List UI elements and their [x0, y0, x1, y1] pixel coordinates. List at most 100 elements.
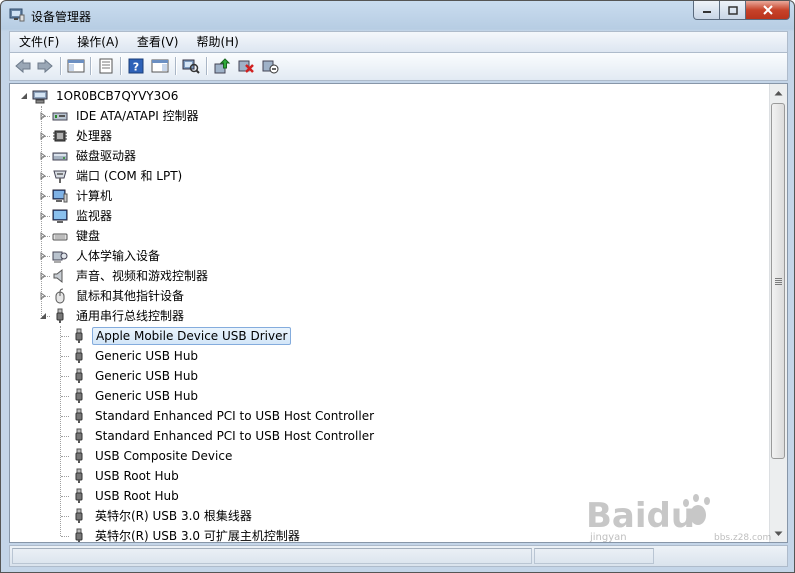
keyboard-icon	[52, 228, 68, 244]
tree-device-selected[interactable]: Apple Mobile Device USB Driver	[71, 326, 292, 346]
maximize-button[interactable]	[720, 1, 746, 20]
menu-file[interactable]: 文件(F)	[10, 32, 68, 52]
tree-category[interactable]: 磁盘驱动器	[39, 146, 139, 166]
expand-arrow-icon[interactable]	[39, 232, 47, 240]
usb-device-icon	[71, 428, 87, 444]
tree-connector	[61, 356, 69, 357]
show-hide-console-tree-icon	[67, 59, 85, 73]
toolbar: ?	[9, 53, 788, 81]
tree-device[interactable]: USB Composite Device	[71, 446, 235, 466]
show-hide-console-tree-button[interactable]	[66, 57, 86, 75]
svg-text:?: ?	[133, 61, 139, 74]
tree-device[interactable]: USB Root Hub	[71, 486, 182, 506]
title-bar[interactable]: 设备管理器	[1, 1, 794, 31]
help-button[interactable]: ?	[126, 57, 146, 75]
menu-action[interactable]: 操作(A)	[68, 32, 128, 52]
caption-buttons	[693, 1, 790, 21]
device-tree-pane[interactable]: 1OR0BCB7QYVY3O6 IDE ATA/ATAPI 控制器 处理器磁盘驱动…	[9, 83, 788, 543]
port-icon	[52, 168, 68, 184]
tree-device[interactable]: Generic USB Hub	[71, 366, 201, 386]
tree-category[interactable]: 通用串行总线控制器	[39, 306, 187, 326]
tree-category-label: 处理器	[76, 129, 113, 143]
tree-category-label: IDE ATA/ATAPI 控制器	[76, 109, 199, 123]
tree-connector	[61, 336, 69, 337]
vertical-scrollbar[interactable]	[769, 84, 787, 542]
tree-device[interactable]: Standard Enhanced PCI to USB Host Contro…	[71, 426, 377, 446]
status-cell-secondary	[534, 548, 654, 564]
expand-arrow-icon[interactable]	[39, 192, 47, 200]
chevron-up-icon	[774, 90, 783, 95]
expand-arrow-icon[interactable]	[39, 292, 47, 300]
properties-icon	[99, 58, 113, 74]
tree-device-label: Standard Enhanced PCI to USB Host Contro…	[95, 409, 375, 423]
usb-device-icon	[71, 408, 87, 424]
tree-device-label: Generic USB Hub	[95, 349, 199, 363]
expand-arrow-icon[interactable]	[39, 132, 47, 140]
tree-device[interactable]: 英特尔(R) USB 3.0 根集线器	[71, 506, 255, 526]
tree-category[interactable]: IDE ATA/ATAPI 控制器	[39, 106, 202, 126]
tree-category[interactable]: 声音、视频和游戏控制器	[39, 266, 211, 286]
tree-connector	[61, 516, 69, 517]
back-arrow-icon	[15, 58, 31, 74]
properties-button[interactable]	[96, 57, 116, 75]
expand-arrow-icon[interactable]	[39, 152, 47, 160]
tree-category-label: 通用串行总线控制器	[76, 309, 185, 323]
collapse-arrow-icon[interactable]	[39, 312, 47, 320]
tree-category-label: 声音、视频和游戏控制器	[76, 269, 209, 283]
usb-device-icon	[71, 488, 87, 504]
uninstall-button[interactable]	[236, 57, 256, 75]
scroll-thumb[interactable]	[771, 103, 785, 459]
close-button[interactable]	[746, 1, 790, 20]
tree-category-label: 键盘	[76, 229, 101, 243]
tree-category-label: 计算机	[76, 189, 113, 203]
tree-category[interactable]: 鼠标和其他指针设备	[39, 286, 187, 306]
expand-arrow-icon[interactable]	[39, 212, 47, 220]
tree-device-label: 英特尔(R) USB 3.0 可扩展主机控制器	[95, 529, 300, 543]
speaker-icon	[52, 268, 68, 284]
show-action-pane-button[interactable]	[150, 57, 170, 75]
usb-device-icon	[71, 528, 87, 542]
tree-device[interactable]: Standard Enhanced PCI to USB Host Contro…	[71, 406, 377, 426]
monitor-icon	[52, 208, 68, 224]
tree-device[interactable]: 英特尔(R) USB 3.0 可扩展主机控制器	[71, 526, 303, 543]
tree-device[interactable]: Generic USB Hub	[71, 386, 201, 406]
tree-connector	[61, 496, 69, 497]
tree-category-label: 磁盘驱动器	[76, 149, 137, 163]
forward-button[interactable]	[35, 57, 55, 75]
tree-category[interactable]: 键盘	[39, 226, 103, 246]
tree-root[interactable]: 1OR0BCB7QYVY3O6	[20, 86, 181, 106]
scan-hardware-changes-button[interactable]	[181, 57, 201, 75]
device-manager-window: 设备管理器 文件(F) 操作(A) 查看(V) 帮助(H) ? 1OR0BCB7…	[0, 0, 795, 573]
expand-arrow-icon[interactable]	[39, 112, 47, 120]
tree-connector	[61, 456, 69, 457]
back-button[interactable]	[13, 57, 33, 75]
expand-arrow-icon[interactable]	[39, 272, 47, 280]
tree-category-label: 监视器	[76, 209, 113, 223]
tree-connector	[61, 476, 69, 477]
scroll-down-button[interactable]	[770, 525, 787, 542]
tree-category[interactable]: 处理器	[39, 126, 115, 146]
menu-view[interactable]: 查看(V)	[128, 32, 188, 52]
tree-connector	[61, 536, 69, 537]
minimize-button[interactable]	[693, 1, 720, 20]
tree-category[interactable]: 端口 (COM 和 LPT)	[39, 166, 185, 186]
expand-arrow-icon[interactable]	[39, 252, 47, 260]
tree-category[interactable]: 人体学输入设备	[39, 246, 163, 266]
root-computer-name: 1OR0BCB7QYVY3O6	[56, 89, 179, 103]
tree-connector	[61, 396, 69, 397]
collapse-arrow-icon[interactable]	[20, 92, 28, 100]
disable-device-button[interactable]	[260, 57, 280, 75]
tree-device[interactable]: Generic USB Hub	[71, 346, 201, 366]
expand-arrow-icon[interactable]	[39, 172, 47, 180]
tree-category[interactable]: 监视器	[39, 206, 115, 226]
scroll-up-button[interactable]	[770, 84, 787, 101]
window-title: 设备管理器	[31, 10, 92, 24]
device-manager-icon	[9, 8, 25, 22]
tree-category[interactable]: 计算机	[39, 186, 115, 206]
disable-device-icon	[262, 60, 279, 74]
tree-device[interactable]: USB Root Hub	[71, 466, 182, 486]
menu-help[interactable]: 帮助(H)	[187, 32, 247, 52]
close-icon	[762, 5, 773, 15]
update-driver-button[interactable]	[212, 57, 232, 75]
tree-device-label: Apple Mobile Device USB Driver	[92, 327, 292, 345]
